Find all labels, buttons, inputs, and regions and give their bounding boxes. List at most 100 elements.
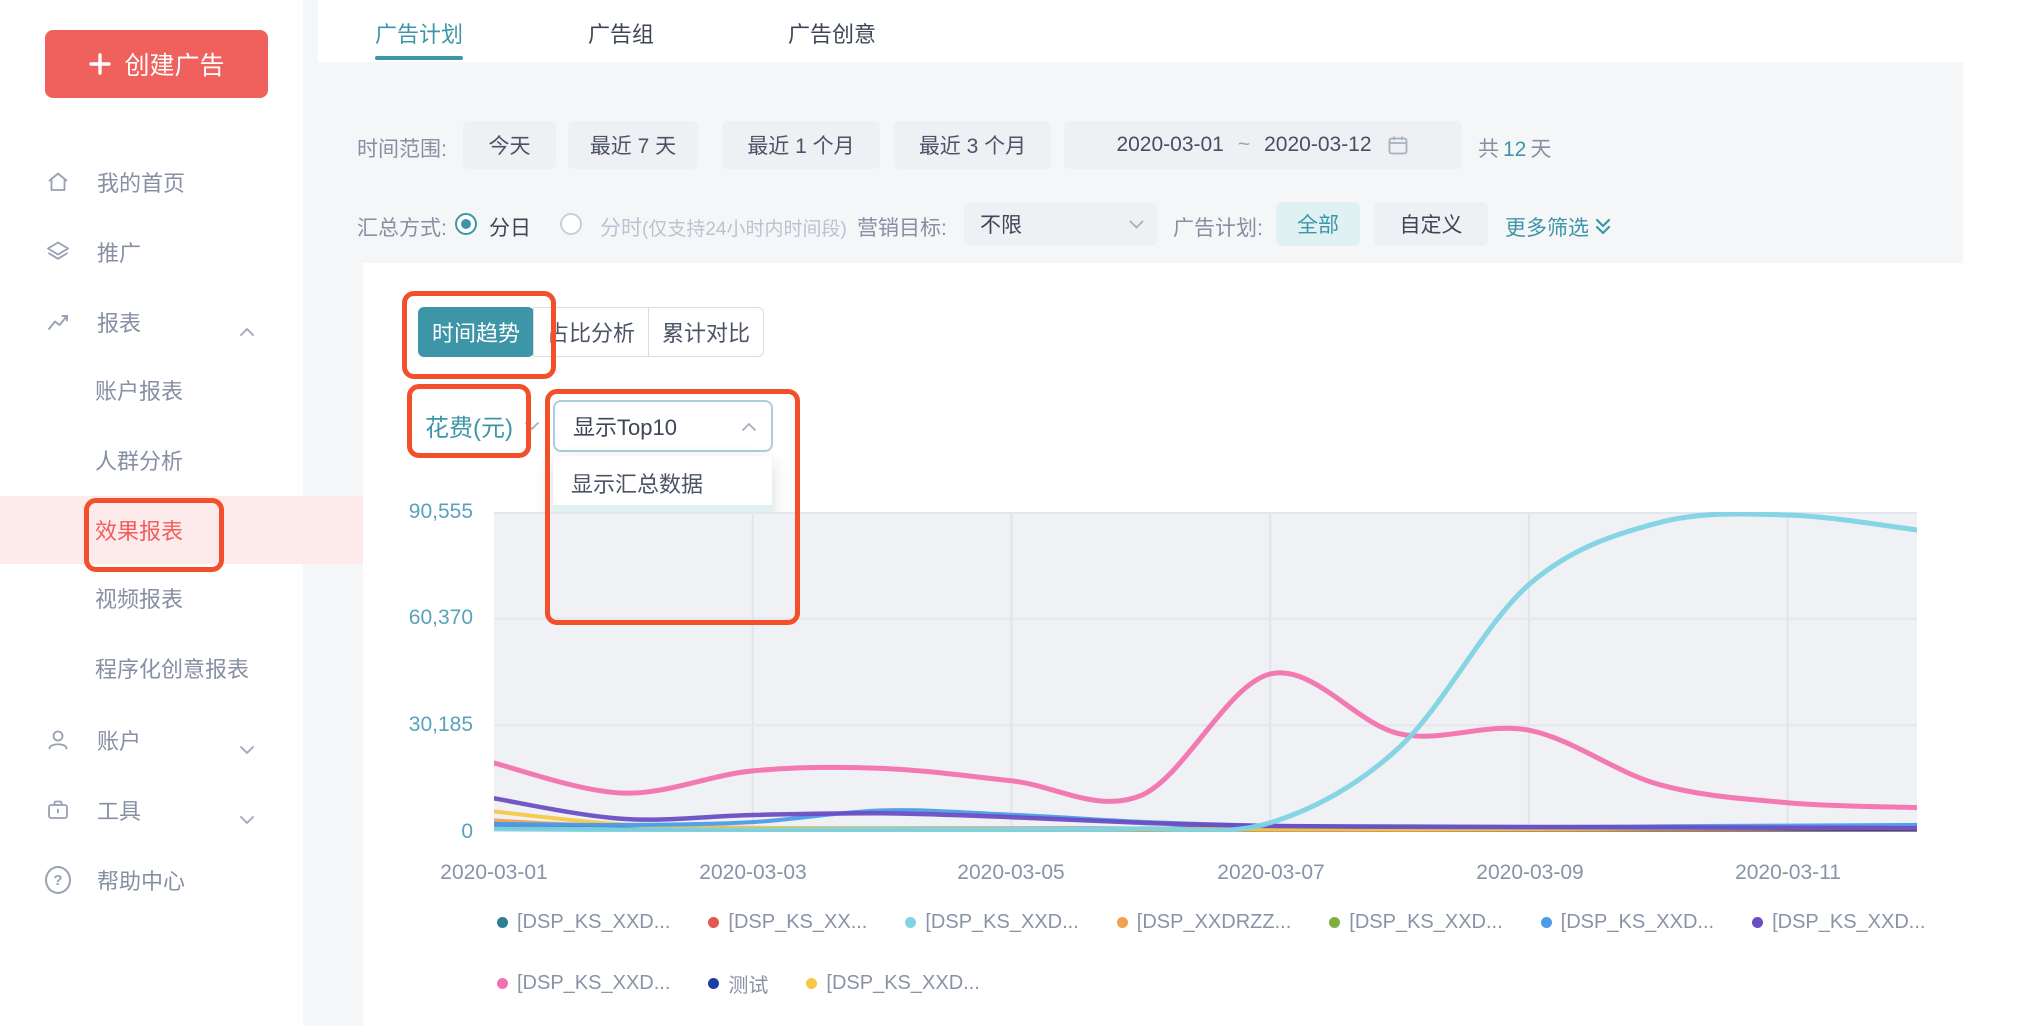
user-icon [45, 727, 71, 753]
legend-dot [497, 917, 508, 928]
x-axis-tick: 2020-03-11 [1735, 861, 1841, 885]
legend-item[interactable]: [DSP_KS_XXD... [497, 911, 670, 934]
double-chevron-down-icon [1593, 216, 1613, 238]
x-axis-tick: 2020-03-01 [440, 861, 547, 885]
y-axis-tick: 30,185 [363, 713, 473, 737]
x-axis-tick: 2020-03-03 [699, 861, 806, 885]
y-axis-tick: 90,555 [363, 500, 473, 524]
view-tab-share-analysis[interactable]: 占比分析 [533, 307, 649, 357]
sidebar-item-account-report[interactable]: 账户报表 [0, 356, 398, 424]
topn-select-value: 显示Top10 [573, 410, 677, 442]
legend-item[interactable]: [DSP_XXDRZZ... [1117, 911, 1291, 934]
range-chip-today[interactable]: 今天 [463, 121, 556, 169]
legend-item[interactable]: [DSP_KS_XX... [708, 911, 867, 934]
chart-legend-row-2: [DSP_KS_XXD... 测试 [DSP_KS_XXD... [497, 969, 980, 998]
legend-item[interactable]: [DSP_KS_XXD... [905, 911, 1078, 934]
help-icon: ? [45, 867, 71, 893]
create-ad-button[interactable]: 创建广告 [45, 30, 268, 98]
campaign-custom-button[interactable]: 自定义 [1374, 202, 1488, 246]
sidebar-item-label: 帮助中心 [97, 864, 185, 896]
chevron-up-icon [741, 422, 757, 432]
view-tab-cumulative-compare[interactable]: 累计对比 [648, 307, 764, 357]
toolbox-icon [45, 797, 71, 823]
tab-ad-group[interactable]: 广告组 [588, 17, 654, 49]
legend-dot [708, 917, 719, 928]
marketing-goal-select[interactable]: 不限 [964, 202, 1158, 246]
sidebar-item-label: 报表 [97, 306, 141, 338]
chart-legend-row-1: [DSP_KS_XXD... [DSP_KS_XX... [DSP_KS_XXD… [497, 911, 1925, 934]
radio-by-day-label[interactable]: 分日 [489, 212, 531, 242]
create-ad-label: 创建广告 [124, 46, 224, 82]
legend-item[interactable]: [DSP_KS_XXD... [497, 969, 670, 998]
range-chip-last-3-months[interactable]: 最近 3 个月 [894, 121, 1051, 169]
tab-ad-creative[interactable]: 广告创意 [788, 17, 876, 49]
option-show-summary[interactable]: 显示汇总数据 [553, 460, 772, 505]
chart-view-switcher: 时间趋势 占比分析 累计对比 [418, 307, 764, 357]
x-axis-tick: 2020-03-05 [957, 861, 1064, 885]
line-chart-icon [45, 309, 71, 335]
sidebar-item-programmatic-creative-report[interactable]: 程序化创意报表 [0, 634, 398, 702]
tab-ad-campaign[interactable]: 广告计划 [375, 17, 463, 49]
sidebar-item-label: 工具 [97, 794, 141, 826]
range-chip-last-7-days[interactable]: 最近 7 天 [568, 121, 698, 169]
range-chip-last-1-month[interactable]: 最近 1 个月 [722, 121, 880, 169]
entity-tab-bar: 广告计划 广告组 广告创意 [318, 0, 2020, 62]
calendar-icon [1386, 133, 1410, 157]
sidebar: 创建广告 我的首页 推广 报表 账户报表 人群分析 [0, 0, 303, 1026]
chevron-down-icon[interactable] [239, 805, 255, 831]
total-days: 共12天 [1478, 133, 1551, 163]
active-tab-underline [375, 56, 463, 60]
chevron-down-icon[interactable] [239, 735, 255, 761]
legend-dot [1329, 917, 1340, 928]
sidebar-item-account[interactable]: 账户 [0, 706, 303, 774]
legend-item[interactable]: 测试 [708, 969, 768, 998]
marketing-goal-label: 营销目标: [857, 212, 947, 242]
date-start: 2020-03-01 [1116, 133, 1223, 157]
legend-dot [806, 978, 817, 989]
sidebar-item-label: 账户报表 [95, 374, 183, 406]
radio-by-day[interactable] [455, 213, 477, 235]
date-separator: ~ [1238, 133, 1250, 157]
trend-chart-svg[interactable] [494, 512, 1917, 832]
chevron-down-icon[interactable] [524, 418, 540, 436]
legend-dot [1117, 917, 1128, 928]
more-filters-link[interactable]: 更多筛选 [1505, 212, 1613, 242]
metric-selector[interactable]: 花费(元) [425, 408, 513, 443]
time-range-label: 时间范围: [357, 133, 447, 163]
legend-item[interactable]: [DSP_KS_XXD... [1329, 911, 1502, 934]
report-chart-card: 时间趋势 占比分析 累计对比 花费(元) 显示Top10 显示汇总数据 显示To… [363, 263, 1963, 1026]
legend-item[interactable]: [DSP_KS_XXD... [1752, 911, 1925, 934]
legend-dot [497, 978, 508, 989]
campaign-filter-label: 广告计划: [1173, 212, 1263, 242]
sidebar-item-home[interactable]: 我的首页 [0, 148, 303, 216]
sidebar-item-label: 账户 [97, 724, 141, 756]
legend-item[interactable]: [DSP_KS_XXD... [1541, 911, 1714, 934]
date-end: 2020-03-12 [1264, 133, 1371, 157]
view-tab-time-trend[interactable]: 时间趋势 [418, 307, 534, 357]
sidebar-item-label: 视频报表 [95, 582, 183, 614]
marketing-goal-value: 不限 [980, 209, 1022, 239]
sidebar-item-reports[interactable]: 报表 [0, 288, 303, 356]
sidebar-item-promotion[interactable]: 推广 [0, 218, 303, 286]
home-icon [45, 169, 71, 195]
sidebar-item-effect-report[interactable]: 效果报表 [0, 496, 398, 564]
campaign-all-button[interactable]: 全部 [1276, 202, 1360, 246]
sidebar-item-help-center[interactable]: ? 帮助中心 [0, 846, 303, 914]
date-range-picker[interactable]: 2020-03-01 ~ 2020-03-12 [1064, 121, 1462, 169]
sidebar-item-tools[interactable]: 工具 [0, 776, 303, 844]
legend-item[interactable]: [DSP_KS_XXD... [806, 969, 979, 998]
plus-icon [88, 52, 112, 76]
y-axis-tick: 0 [363, 820, 473, 844]
legend-dot [905, 917, 916, 928]
sidebar-item-label: 推广 [97, 236, 141, 268]
sidebar-item-label: 我的首页 [97, 166, 185, 198]
sidebar-item-video-report[interactable]: 视频报表 [0, 564, 398, 632]
legend-dot [1541, 917, 1552, 928]
sidebar-item-audience-analysis[interactable]: 人群分析 [0, 426, 398, 494]
topn-select[interactable]: 显示Top10 [553, 400, 773, 452]
radio-by-hour-label[interactable]: 分时(仅支持24小时内时间段) [600, 212, 847, 242]
radio-by-hour[interactable] [560, 213, 582, 235]
more-filters-label: 更多筛选 [1505, 212, 1589, 242]
y-axis-tick: 60,370 [363, 606, 473, 630]
chevron-up-icon[interactable] [239, 317, 255, 343]
